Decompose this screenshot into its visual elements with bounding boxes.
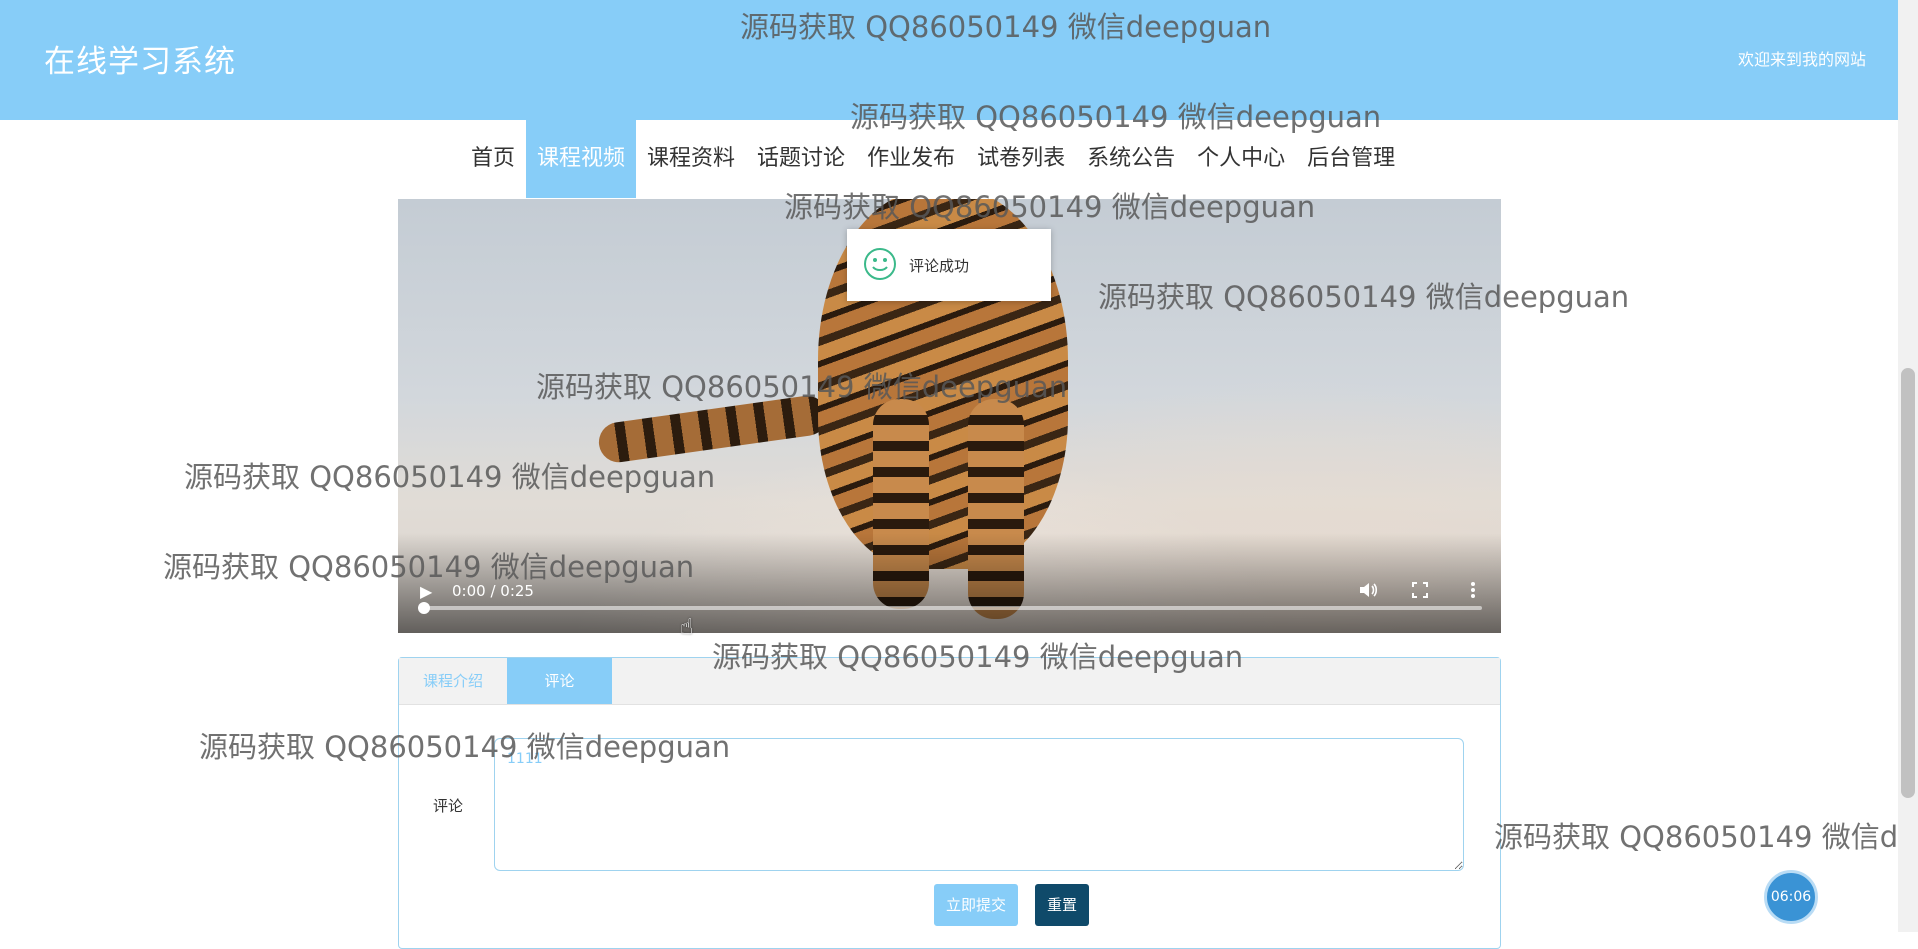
video-controls: ▶ 0:00 / 0:25 <box>398 533 1501 633</box>
site-title[interactable]: 在线学习系统 <box>44 36 236 81</box>
video-time-display: 0:00 / 0:25 <box>452 582 534 600</box>
course-tabs-panel: 课程介绍 评论 评论 1111 立即提交 重置 <box>398 657 1501 949</box>
welcome-text: 欢迎来到我的网站 <box>1737 50 1866 69</box>
nav-item-exam-list[interactable]: 试卷列表 <box>966 120 1076 198</box>
tab-course-intro[interactable]: 课程介绍 <box>399 658 507 704</box>
tab-bar: 课程介绍 评论 <box>399 658 1500 705</box>
comment-textarea[interactable]: 1111 <box>494 738 1464 871</box>
success-toast: 评论成功 <box>847 229 1051 301</box>
video-progress-bar[interactable] <box>422 606 1482 610</box>
video-frame-cat-tail <box>596 393 830 465</box>
tab-comment[interactable]: 评论 <box>507 658 612 704</box>
submit-button[interactable]: 立即提交 <box>934 884 1018 926</box>
page-scrollbar[interactable] <box>1898 0 1918 932</box>
scrollbar-thumb[interactable] <box>1901 368 1915 798</box>
play-icon[interactable]: ▶ <box>420 583 432 601</box>
nav-item-course-videos[interactable]: 课程视频 <box>526 120 637 198</box>
nav-item-home[interactable]: 首页 <box>460 120 526 198</box>
nav-item-course-materials[interactable]: 课程资料 <box>636 120 746 198</box>
nav-item-topic-discussion[interactable]: 话题讨论 <box>746 120 856 198</box>
toast-message: 评论成功 <box>909 257 970 275</box>
fullscreen-icon[interactable] <box>1412 582 1428 602</box>
smile-icon <box>864 248 896 280</box>
nav-item-personal-center[interactable]: 个人中心 <box>1186 120 1296 198</box>
floating-clock[interactable]: 06:06 <box>1764 870 1818 924</box>
nav-item-announcements[interactable]: 系统公告 <box>1076 120 1186 198</box>
main-nav: 首页 课程视频 课程资料 话题讨论 作业发布 试卷列表 系统公告 个人中心 后台… <box>460 120 1406 198</box>
watermark: 源码获取 QQ86050149 微信deepguan <box>1494 820 1898 854</box>
hand-cursor-icon: ☝ <box>680 615 694 640</box>
volume-icon[interactable] <box>1358 581 1378 603</box>
nav-item-homework[interactable]: 作业发布 <box>856 120 966 198</box>
more-options-icon[interactable] <box>1470 581 1476 603</box>
reset-button[interactable]: 重置 <box>1035 884 1089 926</box>
nav-item-admin[interactable]: 后台管理 <box>1296 120 1406 198</box>
comment-field-label: 评论 <box>433 797 464 815</box>
video-progress-thumb[interactable] <box>418 602 430 614</box>
site-header: 在线学习系统 欢迎来到我的网站 <box>0 0 1898 120</box>
